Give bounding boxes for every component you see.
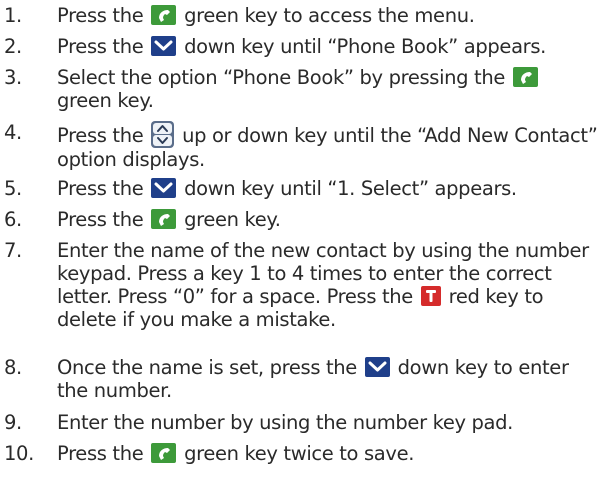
step-text-fragment: Enter the number by using the number key…	[57, 411, 514, 434]
instruction-document: 1. Press the green key to access the menu…	[0, 0, 606, 485]
step-text: Press the down key until “1. Select” app…	[57, 177, 600, 200]
step-3: 3. Select the option “Phone Book” by pres…	[0, 66, 606, 112]
step-number: 1.	[4, 4, 22, 27]
step-text-fragment: Press the	[57, 442, 150, 465]
step-6: 6. Press the green key.	[0, 208, 606, 231]
step-text: Press the green key.	[57, 208, 600, 231]
step-number: 6.	[4, 208, 22, 231]
green-call-key-icon	[512, 67, 538, 87]
step-text: Press the down key until “Phone Book” ap…	[57, 35, 600, 58]
step-text: Enter the name of the new contact by usi…	[57, 239, 600, 331]
step-text-fragment: Press the	[57, 177, 150, 200]
step-number: 5.	[4, 177, 22, 200]
step-text: Press the green key twice to save.	[57, 442, 600, 465]
step-text: Once the name is set, press the down key…	[57, 356, 600, 402]
step-text-fragment: Press the	[57, 208, 150, 231]
step-number: 4.	[4, 121, 22, 144]
step-8: 8. Once the name is set, press the down k…	[0, 356, 606, 402]
step-7: 7. Enter the name of the new contact by u…	[0, 239, 606, 331]
step-text-fragment: Once the name is set, press the	[57, 356, 363, 379]
step-number: 8.	[4, 356, 22, 379]
down-arrow-key-icon	[151, 178, 177, 198]
green-call-key-icon	[151, 443, 177, 463]
up-down-key-icon	[151, 121, 175, 148]
step-number: 7.	[4, 239, 22, 262]
step-9: 9. Enter the number by using the number k…	[0, 411, 606, 434]
step-5: 5. Press the down key until “1. Select” a…	[0, 177, 606, 200]
step-number: 2.	[4, 35, 22, 58]
step-text-fragment: Press the	[57, 35, 150, 58]
down-arrow-key-icon	[364, 357, 390, 377]
step-text: Enter the number by using the number key…	[57, 411, 600, 434]
step-text-fragment: green key twice to save.	[178, 442, 415, 465]
step-text-fragment: green key to access the menu.	[178, 4, 475, 27]
step-text-fragment: green key.	[178, 208, 281, 231]
step-text-fragment: down key until “1. Select” appears.	[178, 177, 517, 200]
step-text: Select the option “Phone Book” by pressi…	[57, 66, 600, 112]
down-arrow-key-icon	[151, 36, 177, 56]
step-2: 2. Press the down key until “Phone Book” …	[0, 35, 606, 58]
step-text: Press the up or down key until the “Add …	[57, 121, 600, 171]
red-end-key-icon	[420, 286, 441, 306]
step-number: 9.	[4, 411, 22, 434]
step-4: 4. Press the up or down key until the “Ad…	[0, 121, 606, 171]
step-1: 1. Press the green key to access the menu…	[0, 4, 606, 27]
step-text-fragment: Press the	[57, 124, 150, 147]
step-text-fragment: down key until “Phone Book” appears.	[178, 35, 546, 58]
green-call-key-icon	[151, 209, 177, 229]
step-number: 10.	[4, 442, 34, 465]
step-text-fragment: Select the option “Phone Book” by pressi…	[57, 66, 511, 89]
green-call-key-icon	[151, 5, 177, 25]
step-text: Press the green key to access the menu.	[57, 4, 600, 27]
step-number: 3.	[4, 66, 22, 89]
step-text-fragment: Press the	[57, 4, 150, 27]
step-10: 10. Press the green key twice to save.	[0, 442, 606, 465]
step-text-fragment: green key.	[57, 89, 154, 112]
